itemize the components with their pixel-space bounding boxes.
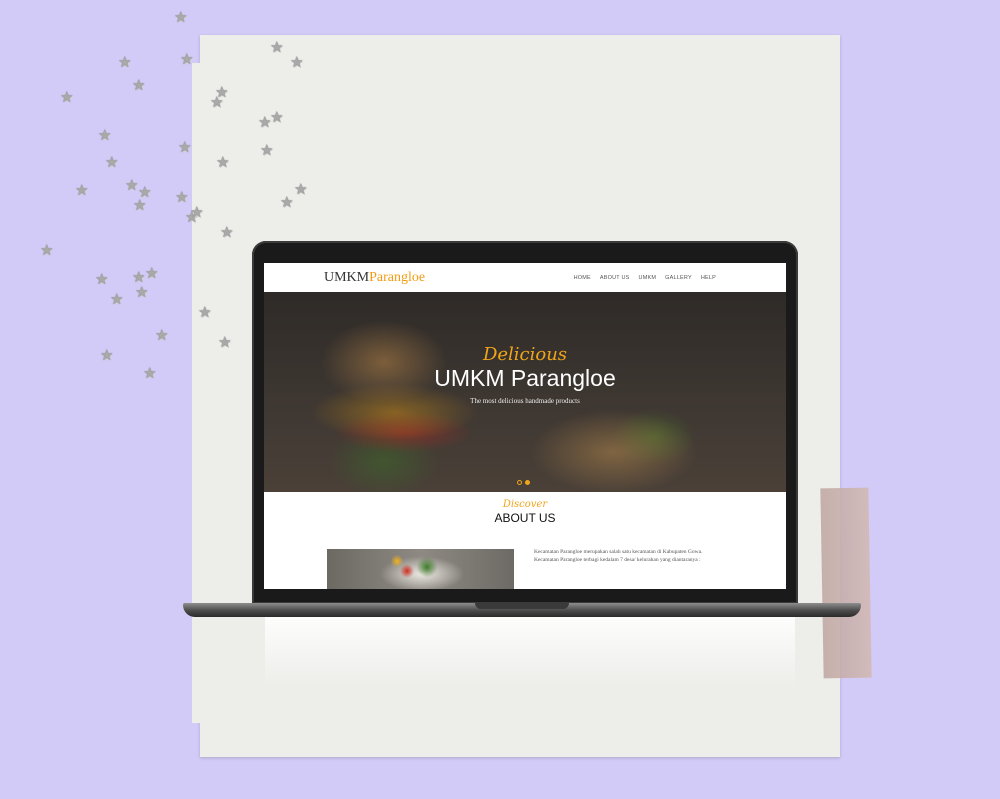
about-kicker: Discover: [502, 499, 548, 510]
star-icon: ★: [135, 283, 149, 301]
laptop-notch: [475, 603, 569, 609]
about-heading: ABOUT US: [494, 511, 556, 525]
star-icon: ★: [174, 8, 188, 26]
laptop-base: [183, 603, 861, 617]
hero-text: Delicious UMKM Parangloe The most delici…: [264, 344, 786, 405]
carousel-dot[interactable]: [517, 480, 522, 485]
washi-tape: [820, 487, 872, 679]
star-icon: ★: [100, 346, 114, 364]
star-icon: ★: [132, 76, 146, 94]
star-icon: ★: [95, 270, 109, 288]
site-navbar: UMKMParangloe HOME ABOUT US UMKM GALLERY…: [264, 263, 786, 292]
star-icon: ★: [133, 196, 147, 214]
laptop-screen: UMKMParangloe HOME ABOUT US UMKM GALLERY…: [264, 263, 786, 589]
star-icon: ★: [138, 183, 152, 201]
hero-banner: Delicious UMKM Parangloe The most delici…: [264, 292, 786, 492]
logo-part2: Parangloe: [369, 269, 426, 285]
star-icon: ★: [125, 176, 139, 194]
star-icon: ★: [75, 181, 89, 199]
about-section: Discover ABOUT US: [264, 492, 786, 525]
star-icon: ★: [132, 268, 146, 286]
star-icon: ★: [40, 241, 54, 259]
star-icon: ★: [105, 153, 119, 171]
nav-help[interactable]: HELP: [701, 275, 716, 281]
hero-title: UMKM Parangloe: [434, 365, 616, 391]
nav-umkm[interactable]: UMKM: [639, 275, 657, 281]
laptop-lid: UMKMParangloe HOME ABOUT US UMKM GALLERY…: [252, 241, 798, 604]
nav-home[interactable]: HOME: [574, 275, 591, 281]
laptop-shadow: [265, 617, 795, 687]
star-icon: ★: [155, 326, 169, 344]
about-paragraph: Kecamatan Parangloe merupakan salah satu…: [534, 549, 703, 564]
carousel-dot-active[interactable]: [525, 480, 530, 485]
star-icon: ★: [110, 290, 124, 308]
star-icon: ★: [143, 364, 157, 382]
logo-part1: UMKM: [324, 269, 370, 285]
hero-subtitle: The most delicious handmade products: [470, 397, 580, 405]
nav-menu: HOME ABOUT US UMKM GALLERY HELP: [574, 275, 716, 281]
nav-gallery[interactable]: GALLERY: [665, 275, 692, 281]
star-icon: ★: [98, 126, 112, 144]
star-icon: ★: [60, 88, 74, 106]
site-logo[interactable]: UMKMParangloe: [324, 270, 425, 286]
star-icon: ★: [145, 264, 159, 282]
star-icon: ★: [118, 53, 132, 71]
carousel-dots: [517, 480, 530, 485]
hero-script-title: Delicious: [482, 344, 568, 365]
salad-photo: [327, 549, 514, 589]
star-icon: ★: [175, 188, 189, 206]
nav-about-us[interactable]: ABOUT US: [600, 275, 630, 281]
star-icon: ★: [178, 138, 192, 156]
about-content: Kecamatan Parangloe merupakan salah satu…: [264, 525, 786, 589]
